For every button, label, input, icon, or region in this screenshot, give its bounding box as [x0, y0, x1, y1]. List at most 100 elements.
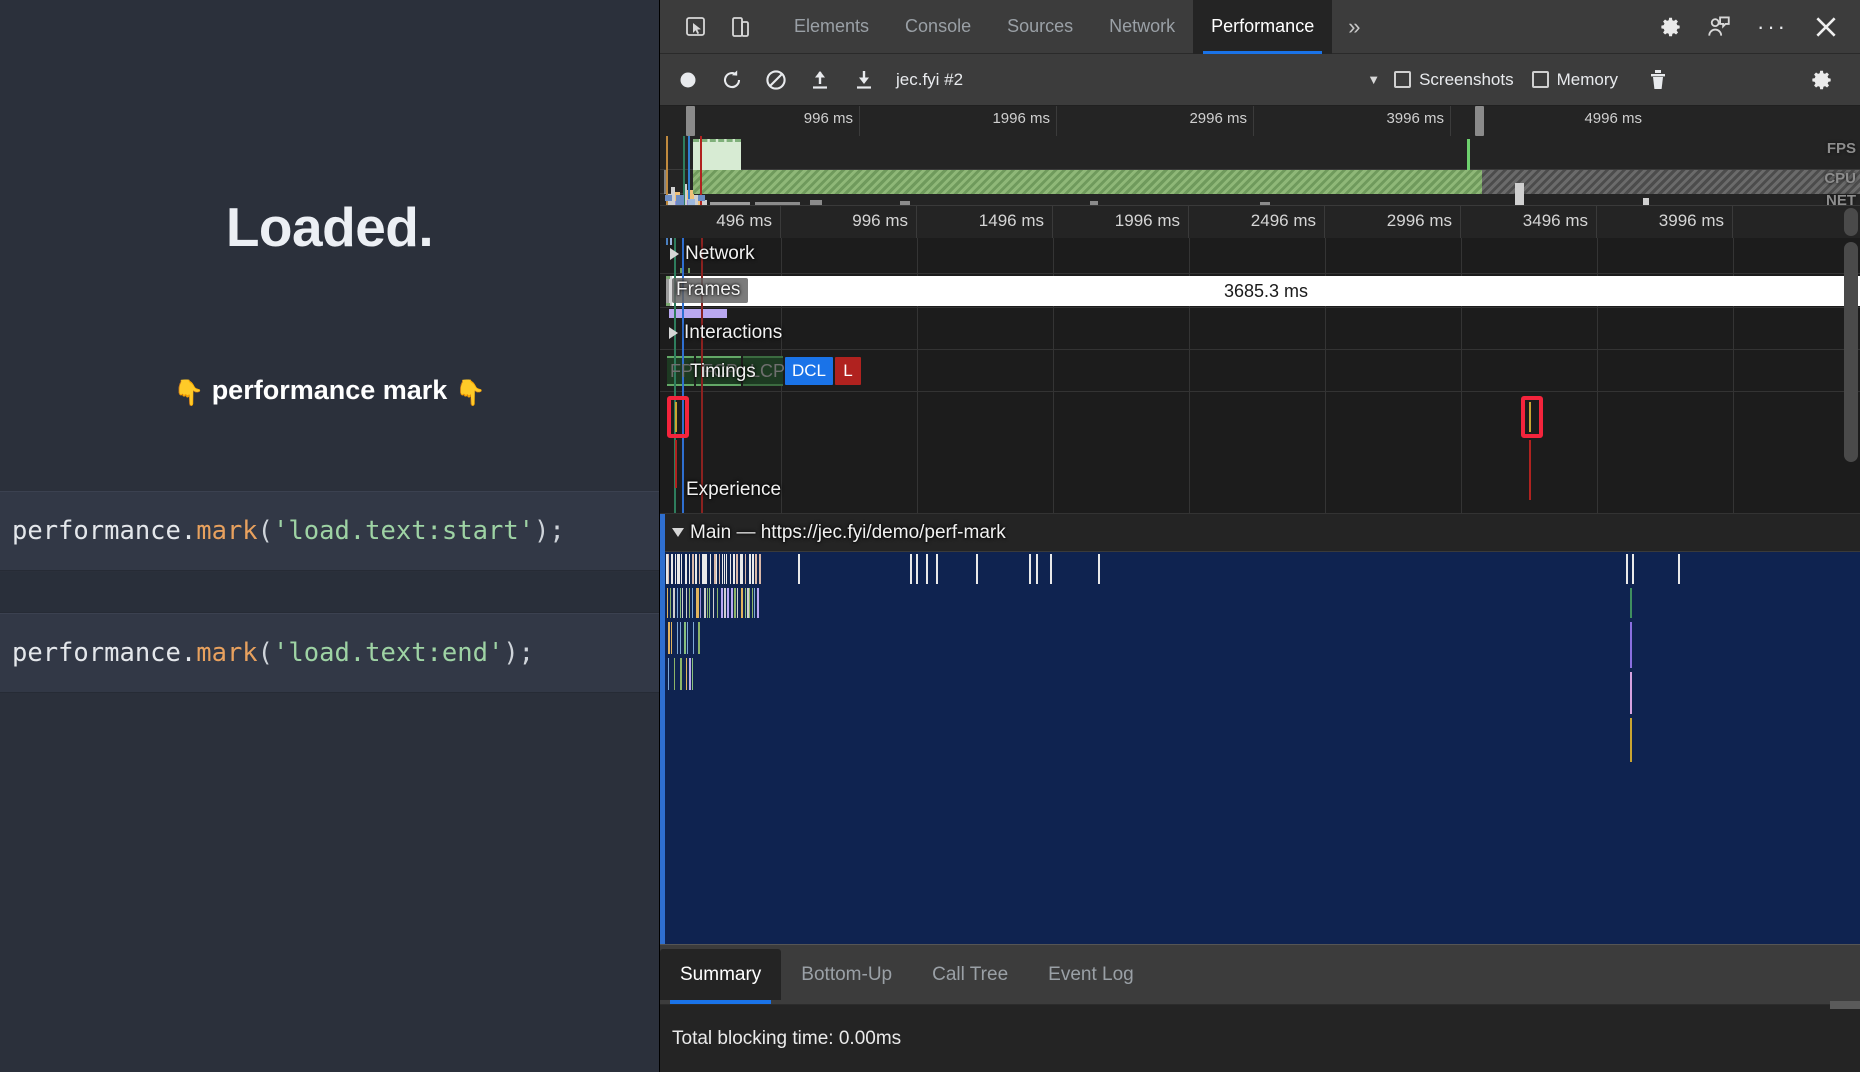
flame-bar[interactable]	[1626, 554, 1628, 584]
flame-bar[interactable]	[684, 622, 686, 654]
tab-summary[interactable]: Summary	[660, 949, 781, 1000]
tab-sources[interactable]: Sources	[989, 0, 1091, 54]
chevron-down-icon[interactable]: ▼	[1357, 72, 1394, 87]
flame-bar[interactable]	[721, 588, 723, 618]
tab-network[interactable]: Network	[1091, 0, 1193, 54]
flame-bar[interactable]	[1036, 554, 1038, 584]
marks-row[interactable]	[660, 392, 1860, 470]
clear-no-entry-icon[interactable]	[754, 60, 798, 100]
device-toolbar-icon[interactable]	[718, 7, 762, 47]
flame-bar[interactable]	[685, 554, 687, 584]
track-frames-title[interactable]: Frames	[672, 278, 748, 303]
flame-bar[interactable]	[680, 588, 681, 618]
flame-bar[interactable]	[727, 588, 729, 618]
flame-bar[interactable]	[687, 622, 688, 654]
flame-bar[interactable]	[726, 554, 727, 584]
flame-bar[interactable]	[719, 554, 720, 584]
track-timings-title[interactable]: Timings	[690, 361, 756, 383]
flame-bar[interactable]	[680, 658, 682, 690]
tab-call-tree[interactable]: Call Tree	[912, 949, 1028, 1000]
flame-bar[interactable]	[689, 588, 690, 618]
flame-bar[interactable]	[798, 554, 800, 584]
flame-bar[interactable]	[693, 622, 694, 654]
reload-record-icon[interactable]	[710, 60, 754, 100]
flame-bar[interactable]	[675, 554, 676, 584]
more-options-icon[interactable]: ···	[1745, 14, 1800, 40]
flame-bar[interactable]	[742, 554, 743, 584]
track-timings[interactable]: FP FCP LCP Timings DCL L	[660, 350, 1860, 392]
flame-bar[interactable]	[1632, 554, 1634, 584]
flame-bar[interactable]	[716, 554, 717, 584]
flame-bar[interactable]	[736, 554, 738, 584]
flame-bar[interactable]	[668, 554, 669, 584]
flame-bar[interactable]	[916, 554, 918, 584]
trash-icon[interactable]	[1636, 60, 1680, 100]
flame-bar[interactable]	[724, 588, 726, 618]
flame-bar[interactable]	[1029, 554, 1031, 584]
flame-bar[interactable]	[667, 588, 668, 618]
drawer-scrollbar[interactable]	[1830, 1001, 1860, 1009]
flame-bar[interactable]	[1630, 672, 1632, 714]
profile-name[interactable]: jec.fyi #2	[896, 70, 963, 90]
flame-bar[interactable]	[759, 554, 761, 584]
feedback-person-icon[interactable]	[1697, 7, 1741, 47]
flame-bar[interactable]	[741, 588, 743, 618]
flame-bar[interactable]	[686, 588, 687, 618]
flame-bar[interactable]	[692, 588, 693, 618]
flame-bar[interactable]	[731, 588, 733, 618]
close-icon[interactable]	[1804, 7, 1848, 47]
flame-bar[interactable]	[722, 554, 723, 584]
flame-bar[interactable]	[754, 588, 755, 618]
flame-bar[interactable]	[745, 554, 746, 584]
flame-bar[interactable]	[717, 588, 718, 618]
tab-elements[interactable]: Elements	[776, 0, 887, 54]
tab-event-log[interactable]: Event Log	[1028, 949, 1154, 1000]
flame-bar[interactable]	[752, 588, 753, 618]
badge-l[interactable]: L	[835, 357, 861, 385]
flame-bar[interactable]	[733, 554, 735, 584]
flame-bar[interactable]	[745, 588, 746, 618]
flame-bar[interactable]	[737, 588, 738, 618]
flame-bar[interactable]	[686, 658, 687, 690]
tracks-scrollbar-thumb[interactable]	[1844, 242, 1858, 462]
interaction-bar[interactable]	[669, 309, 727, 318]
main-flame-chart[interactable]	[660, 552, 1860, 944]
flame-bar[interactable]	[671, 554, 673, 584]
flame-bar[interactable]	[706, 554, 707, 584]
flame-bar[interactable]	[752, 554, 754, 584]
more-tabs-icon[interactable]: »	[1332, 14, 1376, 40]
tab-performance[interactable]: Performance	[1193, 0, 1332, 54]
frames-bar[interactable]: 3685.3 ms	[672, 276, 1860, 306]
flame-bar[interactable]	[707, 588, 708, 618]
save-profile-down-arrow-icon[interactable]	[842, 60, 886, 100]
screenshots-checkbox[interactable]: Screenshots	[1394, 70, 1514, 90]
tab-bottom-up[interactable]: Bottom-Up	[781, 949, 912, 1000]
overview-selection[interactable]	[693, 170, 1482, 194]
flame-bar[interactable]	[692, 658, 693, 690]
flame-bar[interactable]	[713, 588, 714, 618]
flame-bar[interactable]	[734, 588, 736, 618]
track-main-title[interactable]: Main — https://jec.fyi/demo/perf-mark	[672, 522, 1006, 544]
track-network-title[interactable]: Network	[670, 243, 755, 265]
timeline-overview[interactable]: 996 ms 1996 ms 2996 ms 3996 ms 4996 ms	[660, 106, 1860, 206]
flame-bar[interactable]	[1050, 554, 1052, 584]
flame-bar[interactable]	[710, 554, 711, 584]
flame-bar[interactable]	[1678, 554, 1680, 584]
flame-bar[interactable]	[1630, 718, 1632, 762]
track-interactions-title[interactable]: Interactions	[669, 322, 782, 344]
load-profile-up-arrow-icon[interactable]	[798, 60, 842, 100]
flame-bar[interactable]	[926, 554, 928, 584]
flame-bar[interactable]	[1098, 554, 1100, 584]
track-interactions[interactable]: Interactions	[660, 308, 1860, 350]
inspect-cursor-icon[interactable]	[674, 7, 718, 47]
flame-bar[interactable]	[692, 554, 694, 584]
flame-bar[interactable]	[704, 588, 706, 618]
flame-bar[interactable]	[679, 554, 680, 584]
flame-bar[interactable]	[709, 588, 710, 618]
flame-bar[interactable]	[680, 622, 681, 654]
track-experience-title[interactable]: Experience	[686, 479, 781, 501]
flame-bar[interactable]	[689, 658, 691, 690]
flame-bar[interactable]	[724, 554, 725, 584]
flame-bar[interactable]	[671, 622, 672, 654]
flame-bar[interactable]	[755, 554, 757, 584]
